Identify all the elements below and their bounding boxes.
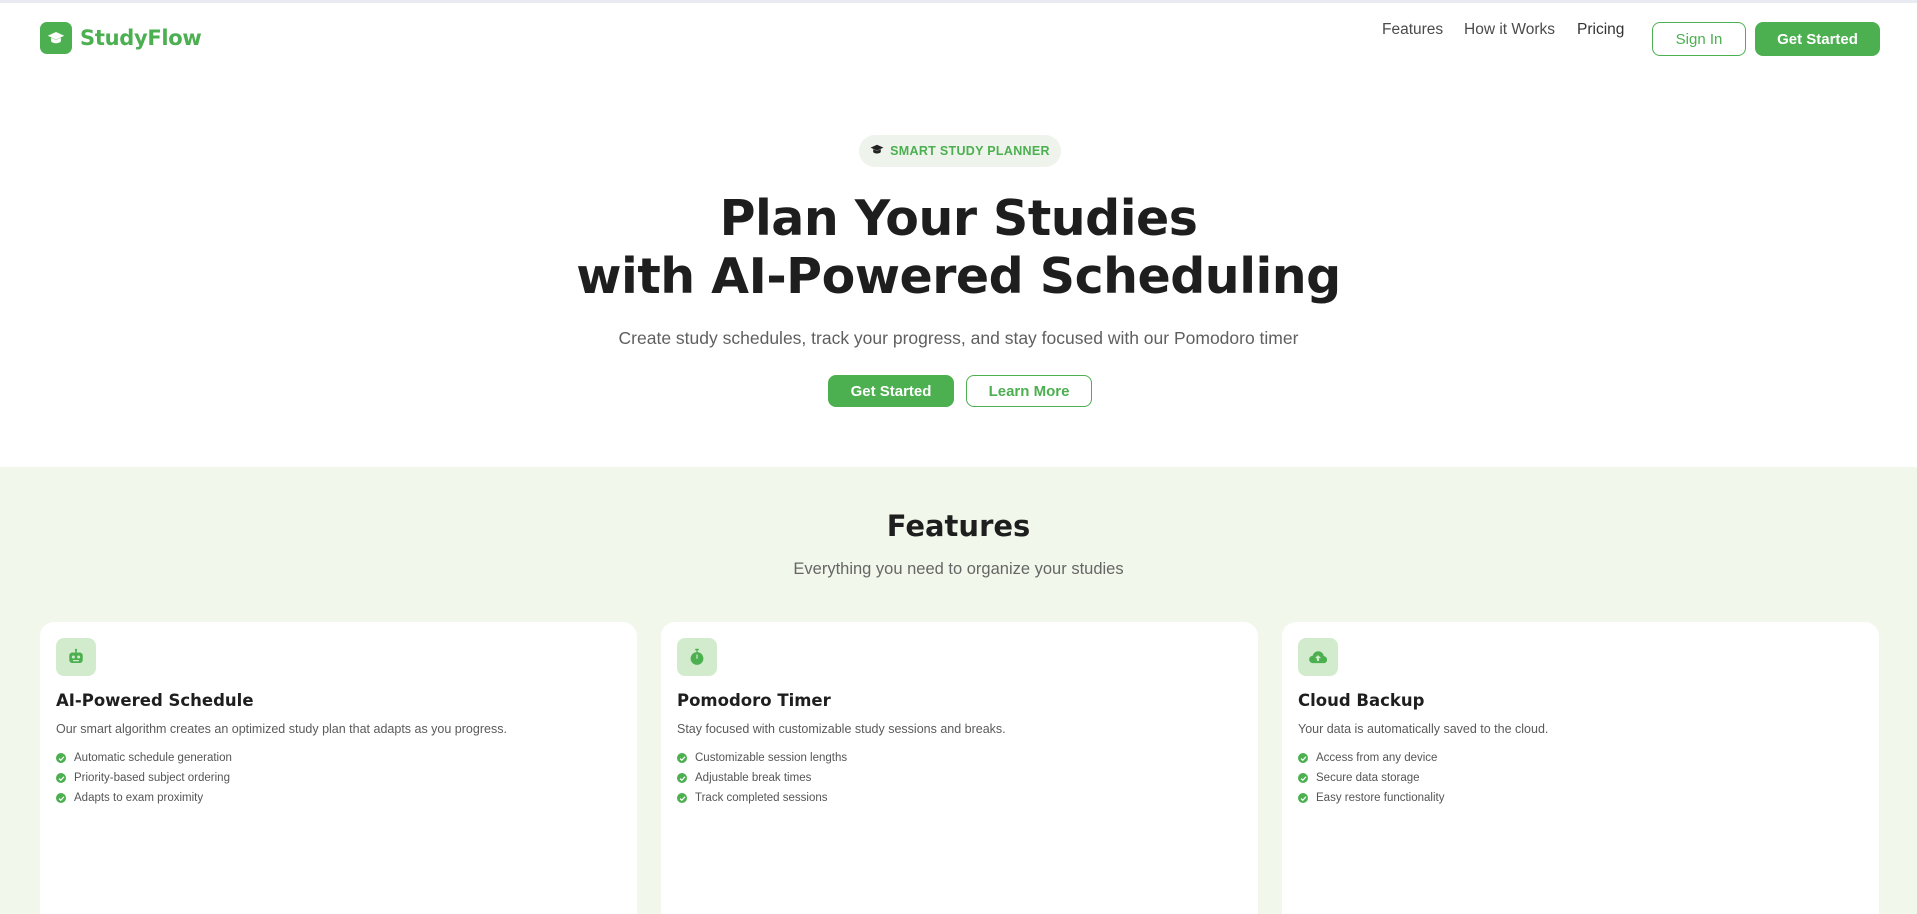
check-circle-icon <box>677 793 687 803</box>
list-item-label: Easy restore functionality <box>1316 792 1445 804</box>
hero-get-started-button[interactable]: Get Started <box>828 375 954 407</box>
list-item: Priority-based subject ordering <box>56 768 232 788</box>
list-item: Access from any device <box>1298 748 1444 768</box>
hero-badge-label: SMART STUDY PLANNER <box>890 144 1050 158</box>
features-section: Features Everything you need to organize… <box>0 467 1917 914</box>
feature-card-title: Cloud Backup <box>1298 691 1425 710</box>
sign-in-button[interactable]: Sign In <box>1652 22 1746 56</box>
list-item: Secure data storage <box>1298 768 1444 788</box>
nav-how-it-works[interactable]: How it Works <box>1464 21 1555 39</box>
hero-title-line1: Plan Your Studies <box>719 190 1198 247</box>
list-item: Automatic schedule generation <box>56 748 232 768</box>
check-circle-icon <box>1298 773 1308 783</box>
feature-list: Automatic schedule generation Priority-b… <box>56 748 232 808</box>
list-item-label: Customizable session lengths <box>695 752 848 764</box>
feature-card-description: Stay focused with customizable study ses… <box>677 722 1006 736</box>
brand-logo[interactable]: StudyFlow <box>40 22 202 54</box>
feature-card-description: Our smart algorithm creates an optimized… <box>56 722 507 736</box>
hero-subtitle: Create study schedules, track your progr… <box>618 328 1299 348</box>
feature-card-ai-schedule: AI-Powered Schedule Our smart algorithm … <box>40 622 637 914</box>
feature-list: Access from any device Secure data stora… <box>1298 748 1444 808</box>
nav-pricing[interactable]: Pricing <box>1577 21 1624 39</box>
graduation-cap-icon <box>870 144 884 159</box>
learn-more-button[interactable]: Learn More <box>966 375 1092 407</box>
header-get-started-button[interactable]: Get Started <box>1755 22 1880 56</box>
nav-features[interactable]: Features <box>1382 21 1443 39</box>
list-item: Adjustable break times <box>677 768 847 788</box>
check-circle-icon <box>56 753 66 763</box>
features-subtitle: Everything you need to organize your stu… <box>793 560 1124 578</box>
hero-badge: SMART STUDY PLANNER <box>859 135 1061 167</box>
hero-title: Plan Your Studies with AI-Powered Schedu… <box>0 190 1917 306</box>
cloud-upload-icon <box>1298 638 1338 676</box>
feature-card-title: AI-Powered Schedule <box>56 691 254 710</box>
feature-card-description: Your data is automatically saved to the … <box>1298 722 1549 736</box>
feature-card-cloud-backup: Cloud Backup Your data is automatically … <box>1282 622 1879 914</box>
list-item: Customizable session lengths <box>677 748 847 768</box>
feature-list: Customizable session lengths Adjustable … <box>677 748 847 808</box>
check-circle-icon <box>1298 793 1308 803</box>
brand-name: StudyFlow <box>80 26 202 50</box>
list-item-label: Adapts to exam proximity <box>74 792 204 804</box>
graduation-cap-icon <box>40 22 72 54</box>
site-header: StudyFlow Features How it Works Pricing … <box>0 3 1917 75</box>
feature-card-title: Pomodoro Timer <box>677 691 831 710</box>
check-circle-icon <box>56 773 66 783</box>
list-item: Track completed sessions <box>677 788 847 808</box>
hero-title-line2: with AI-Powered Scheduling <box>576 248 1341 305</box>
stopwatch-icon <box>677 638 717 676</box>
features-title: Features <box>886 509 1031 543</box>
robot-icon <box>56 638 96 676</box>
list-item-label: Secure data storage <box>1316 772 1420 784</box>
check-circle-icon <box>677 773 687 783</box>
list-item-label: Automatic schedule generation <box>74 752 232 764</box>
check-circle-icon <box>677 753 687 763</box>
check-circle-icon <box>56 793 66 803</box>
feature-card-pomodoro: Pomodoro Timer Stay focused with customi… <box>661 622 1258 914</box>
list-item-label: Adjustable break times <box>695 772 812 784</box>
check-circle-icon <box>1298 753 1308 763</box>
list-item-label: Priority-based subject ordering <box>74 772 230 784</box>
list-item-label: Track completed sessions <box>695 792 828 804</box>
list-item: Easy restore functionality <box>1298 788 1444 808</box>
list-item: Adapts to exam proximity <box>56 788 232 808</box>
list-item-label: Access from any device <box>1316 752 1438 764</box>
